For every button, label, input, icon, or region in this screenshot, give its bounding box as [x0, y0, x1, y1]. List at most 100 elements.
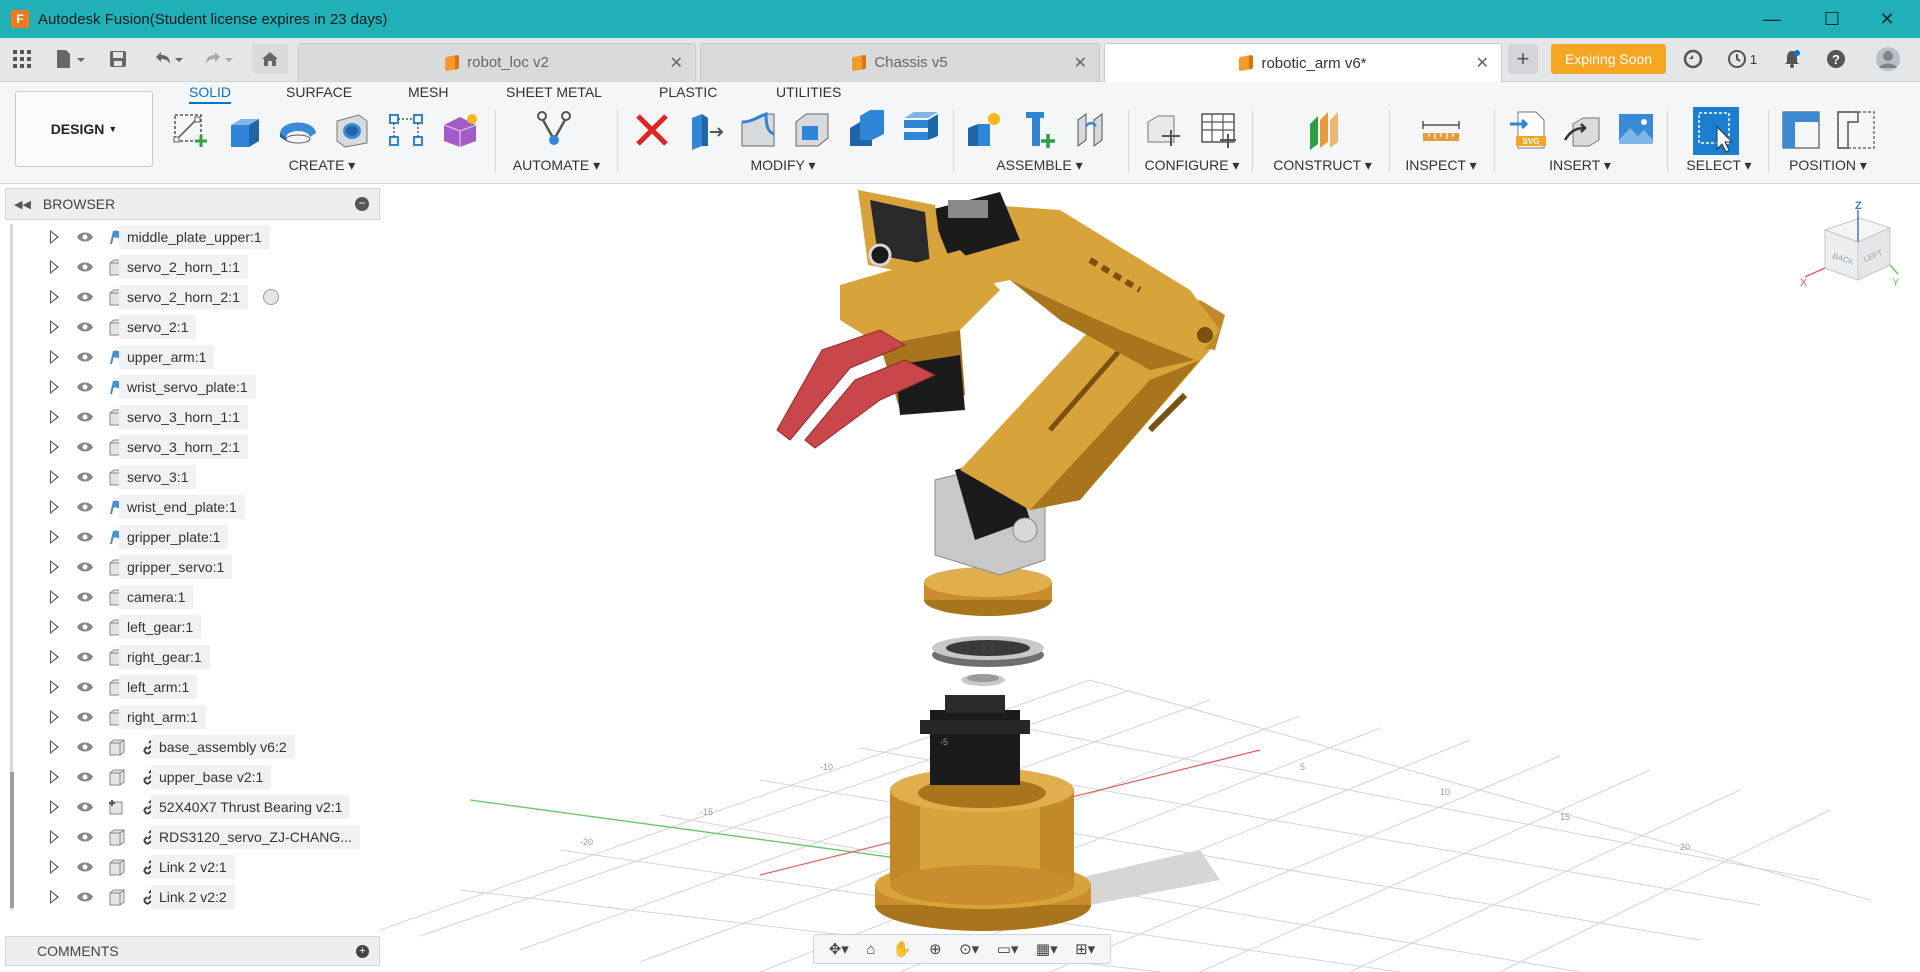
visibility-eye-icon[interactable] [76, 888, 94, 906]
create-sketch-icon[interactable] [170, 108, 210, 152]
visibility-eye-icon[interactable] [76, 348, 94, 366]
zoom-icon[interactable]: ⊕ [929, 940, 942, 958]
tab-plastic[interactable]: PLASTIC [659, 84, 717, 104]
browser-row[interactable]: servo_2_horn_2:1 [10, 284, 380, 310]
pan-icon[interactable]: ✋ [893, 940, 912, 958]
assemble-menu[interactable]: ASSEMBLE ▾ [992, 157, 1087, 175]
visibility-eye-icon[interactable] [76, 648, 94, 666]
expand-arrow-icon[interactable] [50, 590, 59, 604]
close-button[interactable]: ✕ [1864, 0, 1910, 38]
browser-row[interactable]: upper_base v2:1 [10, 764, 380, 790]
extensions-icon[interactable] [1680, 46, 1706, 72]
expand-arrow-icon[interactable] [50, 350, 59, 364]
expand-arrow-icon[interactable] [50, 440, 59, 454]
visibility-eye-icon[interactable] [76, 798, 94, 816]
insert-svg-icon[interactable]: SVG [1510, 108, 1550, 152]
fit-icon[interactable]: ⊙▾ [959, 940, 979, 958]
expand-arrow-icon[interactable] [50, 560, 59, 574]
shell-icon[interactable] [792, 108, 832, 152]
visibility-eye-icon[interactable] [76, 858, 94, 876]
automate-icon[interactable] [534, 108, 574, 152]
minimize-button[interactable]: — [1749, 0, 1795, 38]
inspect-menu[interactable]: INSPECT ▾ [1398, 157, 1484, 175]
expand-arrow-icon[interactable] [50, 860, 59, 874]
browser-row[interactable]: right_gear:1 [10, 644, 380, 670]
browser-row[interactable]: gripper_servo:1 [10, 554, 380, 580]
browser-row[interactable]: servo_2:1 [10, 314, 380, 340]
browser-row[interactable]: camera:1 [10, 584, 380, 610]
configure-menu[interactable]: CONFIGURE ▾ [1142, 157, 1242, 175]
select-menu[interactable]: SELECT ▾ [1680, 157, 1758, 175]
joint-icon[interactable] [1018, 108, 1058, 152]
viewcube[interactable]: Z BACK LEFT X Y [1800, 200, 1900, 290]
browser-row[interactable]: servo_3_horn_2:1 [10, 434, 380, 460]
split-body-icon[interactable] [900, 108, 940, 152]
offset-plane-icon[interactable] [1304, 108, 1344, 152]
expand-arrow-icon[interactable] [50, 410, 59, 424]
tab-robotic-arm[interactable]: robotic_arm v6* ✕ [1104, 43, 1502, 82]
expand-arrow-icon[interactable] [50, 470, 59, 484]
tab-close-icon[interactable]: ✕ [1074, 53, 1087, 73]
file-icon[interactable] [50, 46, 90, 72]
3d-viewport[interactable]: -20 -15 -10 -5 5 10 15 20 [380, 185, 1920, 972]
apps-grid-icon[interactable] [10, 46, 34, 72]
expand-arrow-icon[interactable] [50, 680, 59, 694]
configuration-table-icon[interactable] [1198, 108, 1238, 152]
orbit-icon[interactable]: ✥▾ [829, 940, 849, 958]
modify-menu[interactable]: MODIFY ▾ [738, 157, 828, 175]
add-comment-icon[interactable]: + [356, 945, 369, 958]
browser-row[interactable]: RDS3120_servo_ZJ-CHANG... [10, 824, 380, 850]
visibility-eye-icon[interactable] [76, 708, 94, 726]
as-built-joint-icon[interactable] [1072, 108, 1112, 152]
visibility-eye-icon[interactable] [76, 288, 94, 306]
tab-mesh[interactable]: MESH [408, 84, 448, 104]
browser-row[interactable]: left_gear:1 [10, 614, 380, 640]
press-pull-icon[interactable] [684, 108, 724, 152]
browser-row[interactable]: base_assembly v6:2 [10, 734, 380, 760]
save-icon[interactable] [106, 46, 130, 72]
visibility-eye-icon[interactable] [76, 768, 94, 786]
redo-icon[interactable] [198, 46, 238, 72]
new-component-icon[interactable] [964, 108, 1004, 152]
display-settings-icon[interactable]: ▭▾ [997, 940, 1019, 958]
tab-solid[interactable]: SOLID [189, 84, 232, 104]
status-indicator-icon[interactable] [263, 289, 279, 305]
insert-derive-icon[interactable] [1563, 108, 1603, 152]
expand-arrow-icon[interactable] [50, 890, 59, 904]
home-icon[interactable] [252, 44, 288, 74]
tab-chassis[interactable]: Chassis v5 ✕ [700, 43, 1100, 81]
extrude-icon[interactable] [224, 108, 264, 152]
expand-arrow-icon[interactable] [50, 320, 59, 334]
visibility-eye-icon[interactable] [76, 558, 94, 576]
visibility-eye-icon[interactable] [76, 468, 94, 486]
expand-arrow-icon[interactable] [50, 530, 59, 544]
browser-row[interactable]: middle_plate_upper:1 [10, 224, 380, 250]
tab-utilities[interactable]: UTILITIES [776, 84, 841, 104]
visibility-eye-icon[interactable] [76, 258, 94, 276]
fillet-icon[interactable] [738, 108, 778, 152]
expand-arrow-icon[interactable] [50, 380, 59, 394]
revolve-icon[interactable] [278, 108, 318, 152]
measure-icon[interactable] [1421, 108, 1461, 152]
hole-icon[interactable] [332, 108, 372, 152]
visibility-eye-icon[interactable] [76, 498, 94, 516]
construct-menu[interactable]: CONSTRUCT ▾ [1270, 157, 1375, 175]
create-menu[interactable]: CREATE ▾ [282, 157, 362, 175]
help-icon[interactable]: ? [1824, 46, 1848, 72]
browser-row[interactable]: upper_arm:1 [10, 344, 380, 370]
visibility-eye-icon[interactable] [76, 678, 94, 696]
browser-row[interactable]: servo_3_horn_1:1 [10, 404, 380, 430]
select-icon[interactable] [1692, 106, 1740, 156]
visibility-eye-icon[interactable] [76, 408, 94, 426]
visibility-eye-icon[interactable] [76, 228, 94, 246]
visibility-eye-icon[interactable] [76, 618, 94, 636]
notifications-bell-icon[interactable] [1780, 46, 1804, 72]
insert-image-icon[interactable] [1616, 108, 1656, 152]
expand-arrow-icon[interactable] [50, 620, 59, 634]
expiring-soon-button[interactable]: Expiring Soon [1551, 44, 1666, 74]
automate-menu[interactable]: AUTOMATE ▾ [509, 157, 604, 175]
tab-sheet-metal[interactable]: SHEET METAL [506, 84, 602, 104]
visibility-eye-icon[interactable] [76, 528, 94, 546]
visibility-eye-icon[interactable] [76, 438, 94, 456]
browser-row[interactable]: Link 2 v2:1 [10, 854, 380, 880]
